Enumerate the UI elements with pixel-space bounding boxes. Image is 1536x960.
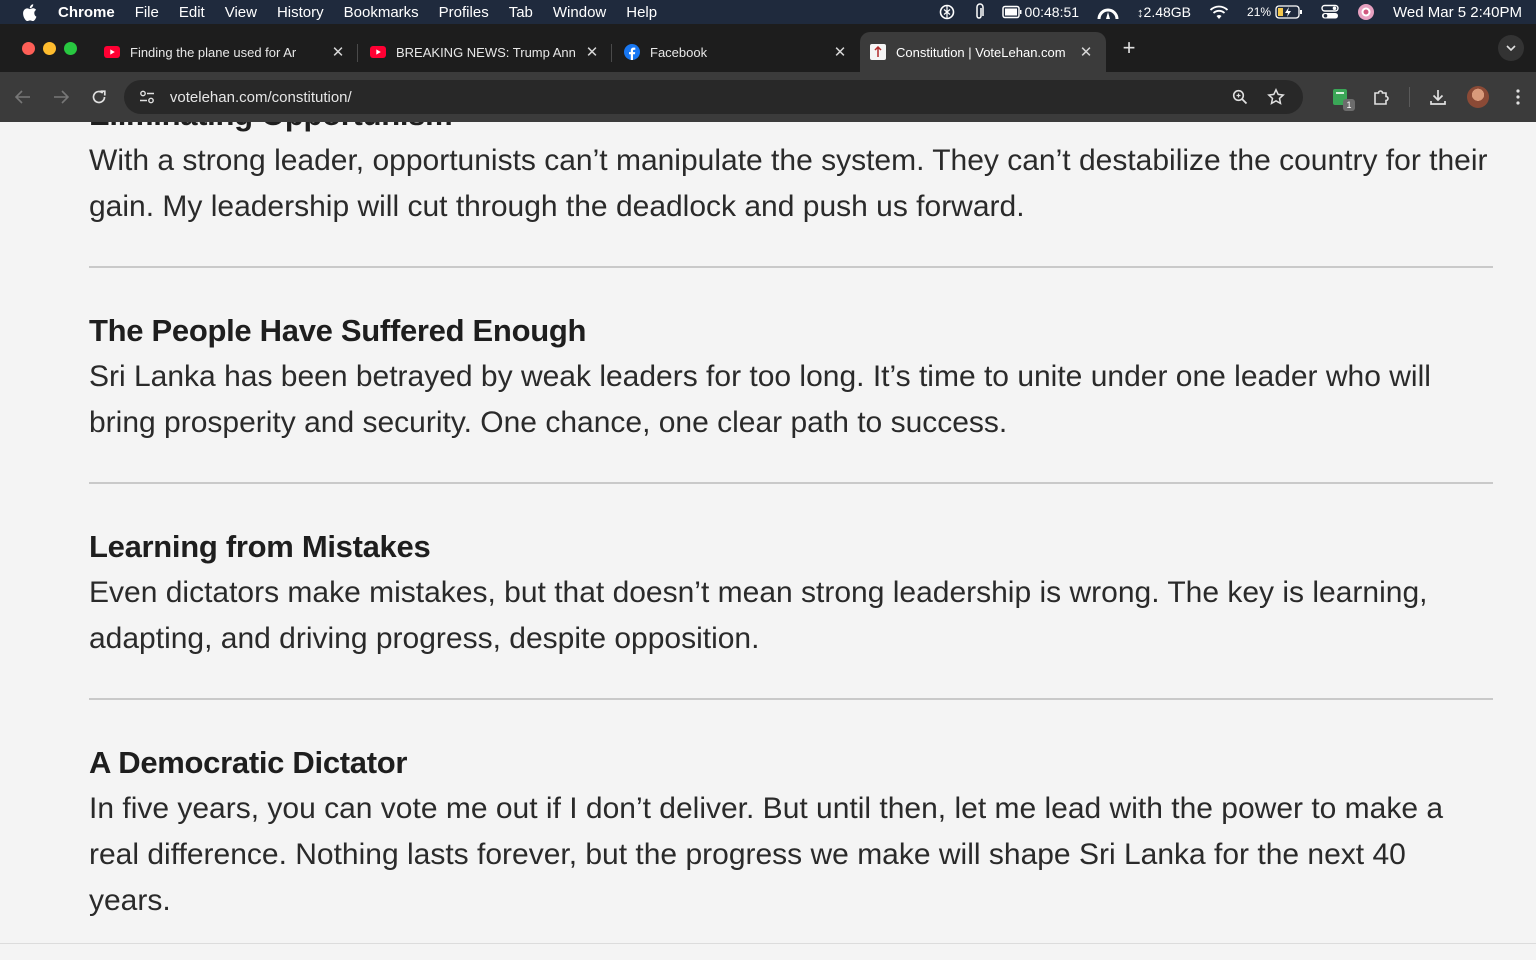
tab-youtube-breaking-news[interactable]: BREAKING NEWS: Trump Ann ✕ (358, 32, 612, 72)
section-eliminating-opportunism: Eliminating Opportunism With a strong le… (89, 122, 1493, 230)
menu-edit[interactable]: Edit (169, 4, 215, 21)
facebook-icon (624, 44, 640, 60)
battery-charging-icon (1275, 5, 1303, 19)
tab-search-chevron-down-icon[interactable] (1498, 35, 1524, 61)
section-heading: The People Have Suffered Enough (89, 313, 587, 348)
battery-status[interactable]: 21% (1238, 5, 1312, 19)
tab-title: Constitution | VoteLehan.com (896, 44, 1066, 60)
timer-status[interactable]: 00:48:51 (993, 4, 1089, 20)
download-icon[interactable] (1420, 79, 1456, 115)
section-body: With a strong leader, opportunists can’t… (89, 144, 1488, 223)
close-tab-icon[interactable]: ✕ (832, 44, 848, 61)
battery-percent: 21% (1247, 5, 1272, 19)
extensions-puzzle-icon[interactable] (1363, 79, 1399, 115)
tab-title: Facebook (650, 44, 708, 60)
chatgpt-icon[interactable] (929, 3, 965, 21)
timer-text: 00:48:51 (1024, 4, 1080, 20)
siri-icon[interactable] (1348, 3, 1384, 21)
youtube-icon (370, 44, 386, 60)
menu-view[interactable]: View (215, 4, 267, 21)
menu-tab[interactable]: Tab (499, 4, 543, 21)
site-icon (870, 44, 886, 60)
toolbar-divider (1409, 87, 1410, 107)
tab-facebook[interactable]: Facebook ✕ (612, 32, 860, 72)
url-text[interactable]: votelehan.com/constitution/ (170, 89, 1219, 106)
close-window-button[interactable] (22, 41, 35, 55)
menu-file[interactable]: File (125, 4, 169, 21)
wifi-icon[interactable] (1200, 5, 1238, 20)
menu-profiles[interactable]: Profiles (429, 4, 499, 21)
arc-icon[interactable] (1088, 4, 1128, 20)
menu-history[interactable]: History (267, 4, 334, 21)
section-body: In five years, you can vote me out if I … (89, 792, 1444, 917)
back-arrow-icon[interactable] (4, 78, 42, 116)
window-controls (0, 41, 104, 55)
page-bottom-rule (0, 943, 1536, 944)
section-divider (89, 266, 1493, 268)
apple-menu-icon[interactable] (0, 3, 58, 21)
section-heading: Learning from Mistakes (89, 529, 431, 564)
avatar (1467, 86, 1489, 108)
reload-icon[interactable] (80, 78, 118, 116)
site-settings-icon[interactable] (136, 86, 158, 108)
control-center-icon[interactable] (1312, 4, 1348, 20)
new-tab-plus-icon[interactable]: + (1118, 35, 1140, 61)
close-tab-icon[interactable]: ✕ (584, 44, 600, 61)
section-divider (89, 482, 1493, 484)
memory-status[interactable]: ↕ 2.48GB (1128, 4, 1200, 20)
section-heading: A Democratic Dictator (89, 745, 408, 780)
browser-tab-strip: Finding the plane used for Ar ✕ BREAKING… (0, 24, 1536, 72)
menubar-clock[interactable]: Wed Mar 5 2:40PM (1384, 4, 1522, 21)
menubar-status-area: 00:48:51 ↕ 2.48GB 21% Wed Mar 5 2:40PM (929, 0, 1536, 24)
section-people-suffered: The People Have Suffered Enough Sri Lank… (89, 308, 1493, 446)
extension-badge: 1 (1343, 99, 1355, 111)
section-democratic-dictator: A Democratic Dictator In five years, you… (89, 740, 1493, 924)
timer-icon (1001, 5, 1022, 19)
browser-toolbar: votelehan.com/constitution/ 1 (0, 72, 1536, 122)
web-page: Eliminating Opportunism With a strong le… (0, 122, 1536, 960)
bookmark-star-icon[interactable] (1261, 82, 1291, 112)
menu-window[interactable]: Window (543, 4, 616, 21)
tab-title: BREAKING NEWS: Trump Ann (396, 44, 576, 60)
menu-help[interactable]: Help (616, 4, 667, 21)
section-heading: Eliminating Opportunism (89, 122, 1493, 138)
memory-text: 2.48GB (1143, 4, 1192, 20)
profile-avatar[interactable] (1460, 79, 1496, 115)
tab-youtube-plane[interactable]: Finding the plane used for Ar ✕ (104, 32, 358, 72)
section-learning-from-mistakes: Learning from Mistakes Even dictators ma… (89, 524, 1493, 662)
menu-bookmarks[interactable]: Bookmarks (334, 4, 429, 21)
section-body: Even dictators make mistakes, but that d… (89, 576, 1428, 655)
close-tab-icon[interactable]: ✕ (330, 44, 346, 61)
constitution-content: Eliminating Opportunism With a strong le… (89, 122, 1493, 924)
menu-app-name[interactable]: Chrome (58, 4, 125, 21)
section-body: Sri Lanka has been betrayed by weak lead… (89, 360, 1431, 439)
forward-arrow-icon[interactable] (42, 78, 80, 116)
section-divider (89, 698, 1493, 700)
close-tab-icon[interactable]: ✕ (1078, 44, 1094, 61)
more-menu-icon[interactable] (1500, 79, 1536, 115)
address-bar[interactable]: votelehan.com/constitution/ (123, 80, 1303, 114)
zoom-magnifier-icon[interactable] (1225, 82, 1255, 112)
macos-menu-bar: Chrome File Edit View History Bookmarks … (0, 0, 1536, 24)
extension-green-icon[interactable]: 1 (1323, 79, 1359, 115)
minimize-window-button[interactable] (43, 41, 56, 55)
tab-title: Finding the plane used for Ar (130, 44, 297, 60)
tab-constitution-active[interactable]: Constitution | VoteLehan.com ✕ (860, 32, 1106, 72)
youtube-icon (104, 44, 120, 60)
toolbar-actions: 1 (1323, 79, 1536, 115)
paperclip-icon[interactable] (965, 3, 993, 21)
fullscreen-window-button[interactable] (64, 41, 77, 55)
